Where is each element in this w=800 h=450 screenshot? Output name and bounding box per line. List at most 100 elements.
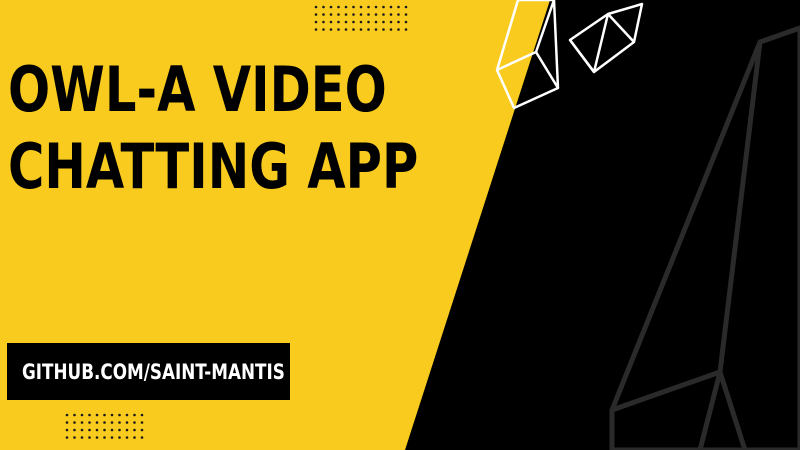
decor-dot: [73, 413, 76, 417]
decor-dot: [404, 28, 408, 31]
decor-dot: [80, 413, 84, 417]
decor-dot: [110, 428, 114, 432]
decor-dot: [337, 28, 340, 31]
decor-dot: [80, 428, 84, 432]
decor-dot: [344, 13, 348, 16]
decor-dot: [397, 5, 400, 9]
decor-dot: [329, 5, 333, 9]
decor-dot: [95, 428, 99, 432]
decor-dot: [118, 413, 121, 417]
title-line-2: CHATTING APP: [8, 130, 419, 203]
decor-dot: [322, 28, 325, 31]
decor-dot: [103, 428, 106, 432]
decor-dot: [73, 436, 76, 439]
decor-dot: [367, 28, 370, 31]
decor-dot: [88, 413, 91, 417]
decor-dot: [404, 13, 408, 16]
decor-dot: [95, 436, 99, 439]
decor-dot: [65, 428, 69, 432]
decor-dot: [110, 436, 114, 439]
decor-dot: [389, 13, 393, 16]
decor-dot: [352, 28, 355, 31]
decor-dot: [133, 428, 136, 432]
decor-dot: [382, 13, 385, 16]
decor-dot: [382, 5, 385, 9]
decor-dot: [329, 20, 333, 24]
decor-dot: [125, 436, 129, 439]
decor-dot: [125, 413, 129, 417]
decor-dot: [73, 428, 76, 432]
decor-dot: [337, 13, 340, 16]
decor-dot: [140, 428, 144, 432]
decor-dot: [359, 28, 363, 31]
decor-dot: [404, 5, 408, 9]
decor-dot: [382, 28, 385, 31]
decor-dot: [140, 421, 144, 424]
decor-dot: [397, 13, 400, 16]
decor-dot: [88, 428, 91, 432]
decor-dot: [140, 436, 144, 439]
decor-dot: [103, 421, 106, 424]
decor-dot: [314, 5, 318, 9]
decor-dot: [314, 20, 318, 24]
decor-dot: [88, 421, 91, 424]
title-line-1: OWL-A VIDEO: [8, 53, 387, 126]
decor-dot: [73, 421, 76, 424]
decor-dot: [80, 436, 84, 439]
decor-dot: [374, 13, 378, 16]
decor-dot: [88, 436, 91, 439]
decor-dot: [118, 428, 121, 432]
decor-dot: [80, 421, 84, 424]
decor-dot: [337, 5, 340, 9]
github-link-label: GITHUB.COM/SAINT-MANTIS: [22, 359, 285, 384]
decor-dot: [352, 5, 355, 9]
decor-dot: [125, 428, 129, 432]
decor-dot: [389, 20, 393, 24]
decor-dot: [118, 436, 121, 439]
decor-dot: [337, 20, 340, 24]
decor-dot: [367, 13, 370, 16]
decor-dot: [103, 413, 106, 417]
decor-dot: [344, 28, 348, 31]
decor-dot: [133, 436, 136, 439]
decor-dot: [322, 5, 325, 9]
decor-dot: [65, 436, 69, 439]
decor-dot: [322, 13, 325, 16]
decor-dot: [352, 20, 355, 24]
github-link-button[interactable]: GITHUB.COM/SAINT-MANTIS: [7, 343, 290, 400]
decor-dot: [314, 28, 318, 31]
decor-dot: [344, 20, 348, 24]
decor-dot: [133, 421, 136, 424]
decor-dot: [397, 28, 400, 31]
decor-dot: [389, 5, 393, 9]
decor-dot: [65, 421, 69, 424]
decor-dot: [118, 421, 121, 424]
decor-dot: [125, 421, 129, 424]
decor-dot: [367, 5, 370, 9]
decor-dot: [404, 20, 408, 24]
decor-dot: [140, 413, 144, 417]
decor-dot: [110, 421, 114, 424]
decor-dot: [329, 28, 333, 31]
decor-dot: [133, 413, 136, 417]
decor-dot: [329, 13, 333, 16]
decor-dot: [103, 436, 106, 439]
decor-dot: [359, 5, 363, 9]
decor-dot: [110, 413, 114, 417]
decor-dot: [314, 13, 318, 16]
decor-dot: [389, 28, 393, 31]
decor-dot: [374, 28, 378, 31]
decor-dot: [397, 20, 400, 24]
decor-dot: [374, 5, 378, 9]
decor-dot: [65, 413, 69, 417]
banner: OWL-A VIDEO CHATTING APP GITHUB.COM/SAIN…: [0, 0, 800, 450]
decor-dot: [344, 5, 348, 9]
decor-dot: [367, 20, 370, 24]
decor-dot: [374, 20, 378, 24]
decor-dot: [359, 20, 363, 24]
decor-dot: [359, 13, 363, 16]
decor-dot: [322, 20, 325, 24]
decor-dot: [352, 13, 355, 16]
decor-dot: [95, 413, 99, 417]
decor-dot: [95, 421, 99, 424]
